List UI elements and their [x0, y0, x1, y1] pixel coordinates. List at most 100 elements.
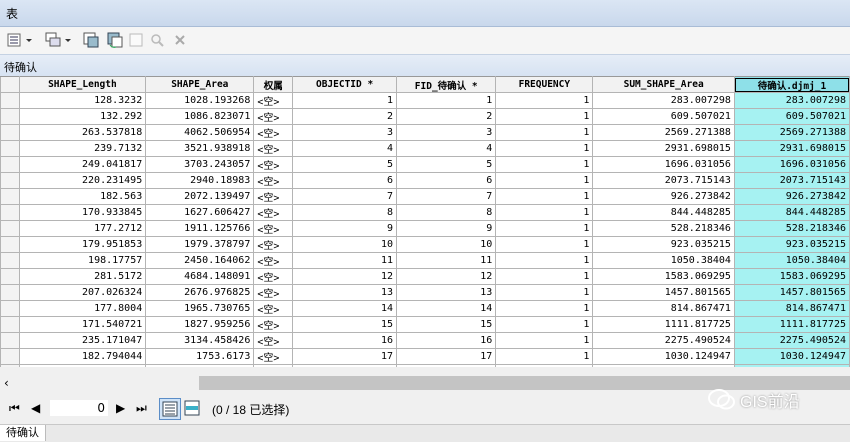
table-row[interactable]: 182.563 2072.139497 <空> 7 7 1 926.273842 926.27… — [0, 188, 850, 205]
table-cell[interactable]: 11 — [396, 252, 497, 269]
table-cell[interactable]: 170.933845 — [18, 204, 147, 221]
zoom-to-selected-button[interactable] — [149, 31, 165, 49]
table-cell[interactable]: 1 — [495, 140, 594, 157]
next-record-icon[interactable]: ▶ — [116, 401, 125, 415]
table-cell[interactable]: 2073.715143 — [733, 172, 850, 189]
table-cell[interactable]: 198.084003 — [18, 364, 147, 367]
table-cell[interactable]: 177.2712 — [18, 220, 147, 237]
select-all-header[interactable] — [0, 76, 20, 93]
table-cell[interactable]: 1 — [495, 316, 594, 333]
row-selector[interactable] — [0, 220, 20, 237]
table-cell[interactable]: 198.17757 — [18, 252, 147, 269]
table-row[interactable]: 198.17757 2450.164062 <空> 11 11 1 1050.38404 10… — [0, 252, 850, 269]
column-header-frequency[interactable]: FREQUENCY — [495, 76, 594, 93]
table-row[interactable]: 249.041817 3703.243057 <空> 5 5 1 1696.031056 16… — [0, 156, 850, 173]
table-cell[interactable]: 1050.38404 — [733, 252, 850, 269]
table-cell[interactable]: <空> — [253, 156, 294, 173]
table-cell[interactable]: 239.7132 — [18, 140, 147, 157]
show-selected-records-button[interactable] — [183, 399, 201, 417]
column-header-objectid[interactable]: OBJECTID * — [292, 76, 398, 93]
table-cell[interactable]: 2 — [292, 108, 398, 125]
table-cell[interactable]: 6 — [292, 172, 398, 189]
table-cell[interactable]: 1 — [495, 156, 594, 173]
table-cell[interactable]: 18 — [396, 364, 497, 367]
table-cell[interactable]: 263.537818 — [18, 124, 147, 141]
table-cell[interactable]: 15 — [396, 316, 497, 333]
table-cell[interactable]: 9 — [396, 220, 497, 237]
table-cell[interactable]: 182.794044 — [18, 348, 147, 365]
table-cell[interactable]: 1583.069295 — [733, 268, 850, 285]
table-row[interactable]: 220.231495 2940.18983 <空> 6 6 1 2073.715143 207… — [0, 172, 850, 189]
table-cell[interactable]: 2072.139497 — [145, 188, 255, 205]
table-row[interactable]: 171.540721 1827.959256 <空> 15 15 1 1111.817725… — [0, 316, 850, 333]
table-cell[interactable]: 1 — [495, 284, 594, 301]
table-cell[interactable]: <空> — [253, 92, 294, 109]
table-cell[interactable]: 16 — [396, 332, 497, 349]
table-cell[interactable]: 4 — [396, 140, 497, 157]
table-cell[interactable]: 11 — [292, 252, 398, 269]
table-row[interactable]: 177.8004 1965.730765 <空> 14 14 1 814.867471 814… — [0, 300, 850, 317]
table-row[interactable]: 207.026324 2676.976825 <空> 13 13 1 1457.801565… — [0, 284, 850, 301]
table-cell[interactable]: 4062.506954 — [145, 124, 255, 141]
column-header-quanshu[interactable]: 权属 — [253, 76, 294, 93]
table-row[interactable]: 132.292 1086.823071 <空> 2 2 1 609.507021 609.50… — [0, 108, 850, 125]
current-record-field[interactable]: 0 — [50, 400, 108, 416]
row-selector[interactable] — [0, 204, 20, 221]
previous-record-icon[interactable]: ◀ — [31, 401, 40, 415]
table-cell[interactable]: 1 — [495, 268, 594, 285]
table-cell[interactable]: 584.474076 — [733, 364, 850, 367]
table-cell[interactable]: 10 — [396, 236, 497, 253]
row-selector[interactable] — [0, 172, 20, 189]
table-row[interactable]: 128.3232 1028.193268 <空> 1 1 1 283.007298 283.0… — [0, 92, 850, 109]
table-cell[interactable]: 528.218346 — [733, 220, 850, 237]
row-selector[interactable] — [0, 348, 20, 365]
table-cell[interactable]: 281.5172 — [18, 268, 147, 285]
table-cell[interactable]: <空> — [253, 252, 294, 269]
row-selector[interactable] — [0, 140, 20, 157]
table-row[interactable]: 281.5172 4684.148091 <空> 12 12 1 1583.069295 15… — [0, 268, 850, 285]
table-cell[interactable]: 1086.823071 — [145, 108, 255, 125]
table-cell[interactable]: 1 — [495, 300, 594, 317]
table-cell[interactable]: 584.474076 — [592, 364, 735, 367]
table-cell[interactable]: 3 — [292, 124, 398, 141]
table-cell[interactable]: 15 — [292, 316, 398, 333]
table-cell[interactable]: 844.448285 — [592, 204, 735, 221]
table-cell[interactable]: 1111.817725 — [592, 316, 735, 333]
table-cell[interactable]: 13 — [396, 284, 497, 301]
row-selector[interactable] — [0, 156, 20, 173]
table-cell[interactable]: 3521.938918 — [145, 140, 255, 157]
scroll-left-arrow-icon[interactable]: ‹ — [4, 376, 9, 390]
table-cell[interactable]: 283.007298 — [733, 92, 850, 109]
table-cell[interactable]: 1627.606427 — [145, 204, 255, 221]
table-cell[interactable]: 283.007298 — [592, 92, 735, 109]
table-cell[interactable]: 14 — [396, 300, 497, 317]
table-cell[interactable]: 17 — [396, 348, 497, 365]
table-cell[interactable]: 2275.490524 — [733, 332, 850, 349]
table-cell[interactable]: 926.273842 — [733, 188, 850, 205]
table-cell[interactable]: 7 — [292, 188, 398, 205]
table-cell[interactable]: 1 — [495, 124, 594, 141]
table-cell[interactable]: 12 — [396, 268, 497, 285]
table-cell[interactable]: 1 — [495, 188, 594, 205]
table-cell[interactable]: 7 — [396, 188, 497, 205]
tab-daiqueren[interactable]: 待确认 — [0, 425, 46, 441]
table-cell[interactable]: 182.563 — [18, 188, 147, 205]
row-selector[interactable] — [0, 236, 20, 253]
table-cell[interactable]: <空> — [253, 204, 294, 221]
table-row[interactable]: 263.537818 4062.506954 <空> 3 3 1 2569.271388 25… — [0, 124, 850, 141]
first-record-icon[interactable]: ⏮ — [9, 401, 20, 416]
table-cell[interactable]: <空> — [253, 172, 294, 189]
table-cell[interactable]: <空> — [253, 348, 294, 365]
table-cell[interactable]: <空> — [253, 300, 294, 317]
table-row[interactable]: 182.794044 1753.6173 <空> 17 17 1 1030.124947 10… — [0, 348, 850, 365]
table-cell[interactable]: <空> — [253, 108, 294, 125]
column-header-djmj[interactable]: 待确认.djmj_1 — [733, 76, 850, 93]
column-header-shape-length[interactable]: SHAPE_Length — [18, 76, 147, 93]
table-row[interactable]: 177.2712 1911.125766 <空> 9 9 1 528.218346 528.2… — [0, 220, 850, 237]
row-selector[interactable] — [0, 284, 20, 301]
table-cell[interactable]: 8 — [292, 204, 398, 221]
select-by-attributes-button[interactable] — [82, 31, 100, 49]
table-cell[interactable]: 6 — [396, 172, 497, 189]
show-all-records-button[interactable] — [159, 398, 181, 420]
table-cell[interactable]: 1 — [495, 252, 594, 269]
